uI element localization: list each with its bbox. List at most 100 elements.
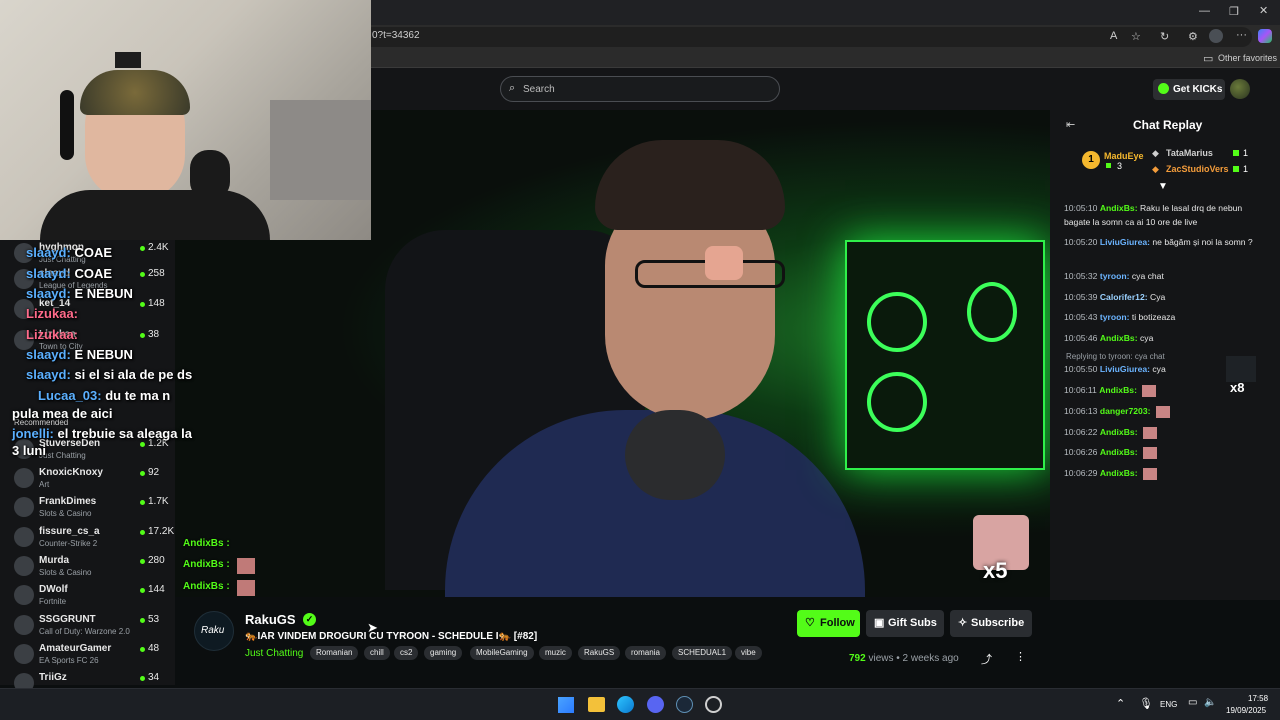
tag-chip[interactable]: SCHEDUAL1 bbox=[672, 646, 733, 660]
leader-name[interactable]: TataMarius bbox=[1166, 148, 1213, 158]
edge-icon[interactable] bbox=[617, 696, 634, 713]
tag-chip[interactable]: vibe bbox=[735, 646, 762, 660]
clock-date[interactable]: 19/09/2025 bbox=[1226, 706, 1266, 715]
refresh-icon[interactable]: ↻ bbox=[1160, 30, 1169, 43]
tag-chip[interactable]: muzic bbox=[539, 646, 572, 660]
address-text: 0?t=34362 bbox=[372, 30, 420, 41]
viewer-count: 17.2K bbox=[148, 526, 175, 537]
favorite-star-icon[interactable]: ☆ bbox=[1131, 30, 1141, 43]
leader-name[interactable]: MaduEye bbox=[1104, 151, 1144, 161]
clock-time[interactable]: 17:58 bbox=[1248, 694, 1268, 703]
message-username[interactable]: danger7203: bbox=[1100, 406, 1151, 416]
file-explorer-icon[interactable] bbox=[588, 697, 605, 712]
network-icon[interactable]: ▭ bbox=[1188, 697, 1197, 708]
channel-name[interactable]: RakuGS bbox=[245, 612, 296, 627]
sidebar-channel-item[interactable]: SSGGRUNT Call of Duty: Warzone 2.0 53 bbox=[12, 612, 172, 640]
volume-icon[interactable]: 🔈 bbox=[1204, 697, 1216, 708]
stream-category[interactable]: Just Chatting bbox=[245, 648, 303, 659]
subscribe-button[interactable]: ✧ Subscribe bbox=[950, 610, 1032, 637]
message-text: cya bbox=[1152, 364, 1166, 374]
crown-icon: ◆ bbox=[1152, 164, 1159, 174]
microphone-icon[interactable]: 🎙 bbox=[1139, 697, 1153, 710]
leader-name[interactable]: ZacStudioVers bbox=[1166, 164, 1229, 174]
gift-subs-button[interactable]: ▣ Gift Subs bbox=[866, 610, 944, 637]
steam-icon[interactable] bbox=[676, 696, 693, 713]
other-favorites[interactable]: Other favorites bbox=[1218, 53, 1277, 63]
live-dot-icon bbox=[140, 647, 145, 652]
message-time: 10:06:13 bbox=[1064, 406, 1098, 416]
emote-image bbox=[1142, 446, 1157, 459]
tag-chip[interactable]: cs2 bbox=[394, 646, 419, 660]
message-username[interactable]: AndixBs: bbox=[1099, 385, 1137, 395]
channel-avatar bbox=[14, 527, 34, 547]
sidebar-channel-item[interactable]: FrankDimes Slots & Casino 1.7K bbox=[12, 494, 172, 522]
tag-chip[interactable]: MobileGaming bbox=[470, 646, 534, 660]
chat-message: 10:06:22 AndixBs: bbox=[1064, 425, 1264, 439]
profile-icon[interactable] bbox=[1209, 29, 1223, 43]
tag-chip[interactable]: romania bbox=[625, 646, 666, 660]
emote-image bbox=[237, 580, 255, 596]
gift-icon bbox=[1106, 163, 1111, 168]
message-username[interactable]: LiviuGiurea: bbox=[1100, 237, 1150, 247]
message-time: 10:05:32 bbox=[1064, 271, 1098, 281]
language-indicator[interactable]: ENG bbox=[1160, 700, 1177, 709]
close-icon[interactable]: ✕ bbox=[1259, 4, 1268, 17]
user-avatar[interactable] bbox=[1230, 79, 1250, 99]
gift-icon bbox=[1233, 166, 1239, 172]
wall-hook bbox=[115, 52, 141, 68]
live-dot-icon bbox=[140, 442, 145, 447]
message-username[interactable]: AndixBs: bbox=[1100, 203, 1138, 213]
read-aloud-icon[interactable]: A bbox=[1110, 30, 1117, 42]
tag-chip[interactable]: gaming bbox=[424, 646, 463, 660]
kicks-icon bbox=[1158, 83, 1169, 94]
overlay-chat-line: Lizukaa: bbox=[26, 306, 78, 321]
sidebar-channel-item[interactable]: Murda Slots & Casino 280 bbox=[12, 553, 172, 581]
message-username[interactable]: LiviuGiurea: bbox=[1100, 364, 1150, 374]
sidebar-channel-item[interactable]: fissure_cs_a Counter-Strike 2 17.2K bbox=[12, 524, 175, 552]
discord-icon[interactable] bbox=[647, 696, 664, 713]
cap bbox=[80, 70, 190, 115]
emote-image bbox=[1142, 384, 1157, 397]
message-username[interactable]: tyroon: bbox=[1100, 312, 1130, 322]
collapse-chat-icon[interactable]: ⇤ bbox=[1066, 118, 1075, 131]
expand-icon[interactable]: ▼ bbox=[1158, 181, 1168, 192]
restore-icon[interactable]: ❐ bbox=[1229, 5, 1239, 18]
overlay-chat-username: Lucaa_03: bbox=[38, 388, 102, 403]
follow-button[interactable]: ♡ Follow bbox=[797, 610, 860, 637]
gift-icon bbox=[1233, 150, 1239, 156]
video-chat-name: AndixBs : bbox=[183, 559, 230, 570]
tag-chip[interactable]: chill bbox=[364, 646, 390, 660]
minimize-icon[interactable]: — bbox=[1199, 5, 1210, 17]
obs-icon[interactable] bbox=[705, 696, 722, 713]
copilot-icon[interactable] bbox=[1258, 29, 1272, 43]
sidebar-channel-item[interactable]: AmateurGamer EA Sports FC 26 48 bbox=[12, 641, 172, 669]
message-username[interactable]: AndixBs: bbox=[1100, 468, 1138, 478]
message-username[interactable]: tyroon: bbox=[1100, 271, 1130, 281]
more-menu-icon[interactable]: ··· bbox=[1236, 29, 1247, 41]
live-dot-icon bbox=[140, 530, 145, 535]
avatar-logo-text: Raku bbox=[201, 625, 225, 636]
more-options-icon[interactable]: ⋮ bbox=[1015, 650, 1026, 663]
overlay-chat-username: slaayd: bbox=[26, 367, 71, 382]
tag-chip[interactable]: RakuGS bbox=[578, 646, 621, 660]
address-bar[interactable] bbox=[362, 27, 1252, 47]
sidebar-channel-item[interactable]: DWolf Fortnite 144 bbox=[12, 582, 172, 610]
message-username[interactable]: AndixBs: bbox=[1100, 427, 1138, 437]
share-icon[interactable]: ⤴ bbox=[981, 651, 992, 667]
tag-chip[interactable]: Romanian bbox=[310, 646, 359, 660]
sidebar-channel-item[interactable]: KnoxicKnoxy Art 92 bbox=[12, 465, 172, 493]
message-username[interactable]: AndixBs: bbox=[1100, 447, 1138, 457]
headphones bbox=[60, 90, 74, 160]
message-username[interactable]: AndixBs: bbox=[1100, 333, 1138, 343]
star-icon: ✧ bbox=[958, 617, 968, 629]
crown-icon: ◆ bbox=[1152, 148, 1159, 158]
channel-avatar[interactable]: Raku bbox=[194, 611, 234, 651]
start-icon[interactable] bbox=[558, 697, 574, 713]
live-dot-icon bbox=[140, 471, 145, 476]
verified-icon: ✓ bbox=[303, 613, 316, 626]
tray-chevron-icon[interactable]: ⌃ bbox=[1116, 697, 1125, 710]
emote-image bbox=[1142, 467, 1157, 480]
message-username[interactable]: Calorifer12: bbox=[1100, 292, 1148, 302]
extensions-icon[interactable]: ⚙ bbox=[1188, 30, 1198, 43]
taskbar: ⌃ 🎙 ENG ▭ 🔈 17:58 19/09/2025 bbox=[0, 688, 1280, 720]
